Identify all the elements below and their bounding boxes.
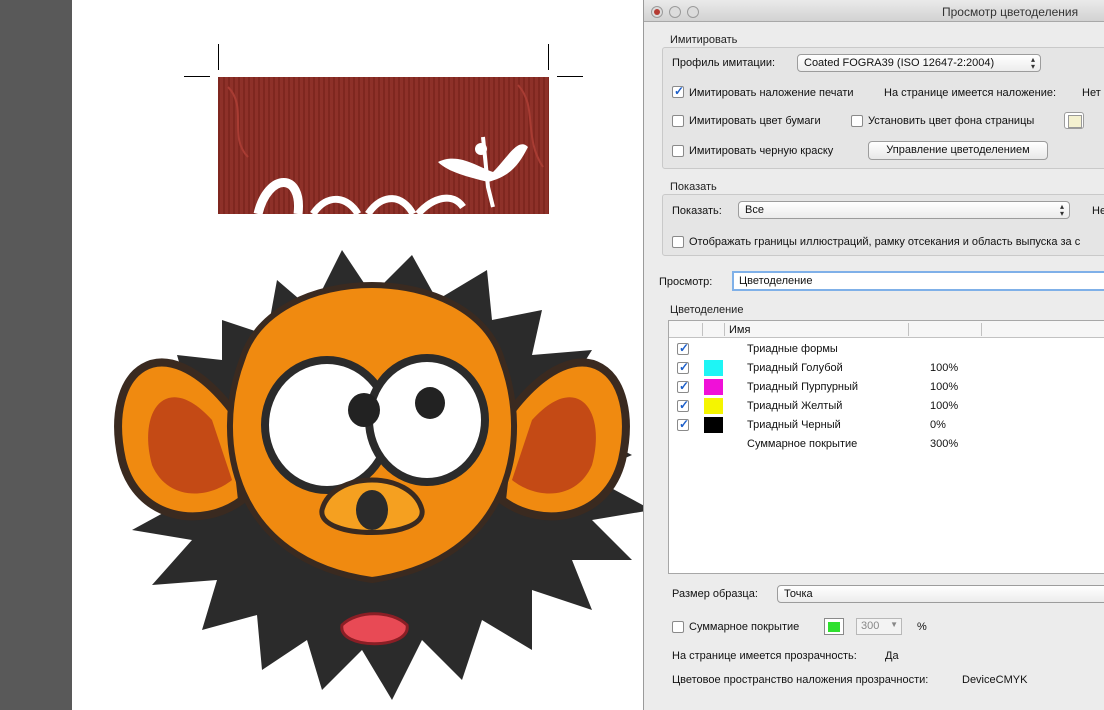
sample-size-select[interactable]: Точка <box>777 585 1104 603</box>
show-group-title: Показать <box>670 181 717 193</box>
separation-visible-checkbox[interactable] <box>677 341 689 355</box>
separation-visible-checkbox[interactable] <box>677 398 689 412</box>
dropdown-arrow-icon: ▼ <box>890 620 898 629</box>
separation-name: Триадный Черный <box>747 419 841 431</box>
pasteboard <box>0 0 72 710</box>
close-window-button[interactable] <box>651 6 663 18</box>
separation-row[interactable]: Суммарное покрытие 300% <box>669 435 1104 454</box>
simulation-profile-select[interactable]: Coated FOGRA39 (ISO 12647-2:2004) ▴ ▾ <box>797 54 1041 72</box>
separation-percent: 300% <box>930 438 959 450</box>
separation-visible-checkbox[interactable] <box>677 417 689 431</box>
separation-color-swatch <box>704 360 723 376</box>
separation-name: Триадный Голубой <box>747 362 843 374</box>
show-art-trim-bleed-checkbox[interactable] <box>672 236 684 248</box>
separation-row[interactable]: Триадные формы <box>669 340 1104 359</box>
show-select[interactable]: Все ▴ ▾ <box>738 201 1070 219</box>
simulate-black-ink-checkbox[interactable] <box>672 145 684 157</box>
separations-table-header: Имя <box>669 321 1104 338</box>
separation-color-swatch <box>704 417 723 433</box>
simulate-group-title: Имитировать <box>670 34 738 46</box>
preview-label: Просмотр: <box>659 276 713 288</box>
separations-group-title: Цветоделение <box>670 304 744 316</box>
show-right-cut-label: Не <box>1092 205 1104 217</box>
separation-name: Триадные формы <box>747 343 838 355</box>
separation-name: Суммарное покрытие <box>747 438 858 450</box>
sample-size-label: Размер образца: <box>672 588 758 600</box>
label-banner-image <box>218 77 549 214</box>
total-coverage-color-swatch[interactable] <box>824 618 844 635</box>
document-page <box>72 0 644 710</box>
zoom-window-button[interactable] <box>687 6 699 18</box>
page-has-transparency-label: На странице имеется прозрачность: <box>672 650 857 662</box>
preview-select[interactable]: Цветоделение <box>732 271 1104 291</box>
ink-manager-button[interactable]: Управление цветоделением <box>868 141 1048 160</box>
page-background-color-checkbox[interactable] <box>851 115 863 127</box>
separation-row[interactable]: Триадный Черный 0% <box>669 416 1104 435</box>
separation-row[interactable]: Триадный Желтый 100% <box>669 397 1104 416</box>
separation-percent: 100% <box>930 381 959 393</box>
crop-mark <box>184 76 210 77</box>
separation-color-swatch <box>704 398 723 414</box>
crop-mark <box>548 44 549 70</box>
select-arrows-icon: ▴ ▾ <box>1030 55 1035 71</box>
simulate-overprint-checkbox[interactable] <box>672 84 684 98</box>
total-coverage-unit: % <box>917 621 927 633</box>
page-has-overprint-value: Нет <box>1082 87 1101 99</box>
simulate-paper-color-label: Имитировать цвет бумаги <box>689 115 821 127</box>
column-name-header[interactable]: Имя <box>729 324 750 336</box>
transparency-blend-space-label: Цветовое пространство наложения прозрачн… <box>672 674 929 686</box>
total-coverage-label: Суммарное покрытие <box>689 621 800 633</box>
simulation-profile-label: Профиль имитации: <box>672 57 776 69</box>
simulate-overprint-label: Имитировать наложение печати <box>689 87 854 99</box>
separation-row[interactable]: Триадный Голубой 100% <box>669 359 1104 378</box>
total-coverage-input[interactable]: 300 ▼ <box>856 618 902 635</box>
separation-preview-dialog: Просмотр цветоделения Имитировать Профил… <box>643 0 1104 710</box>
page-background-color-label: Установить цвет фона страницы <box>868 115 1035 127</box>
window-title: Просмотр цветоделения <box>942 5 1079 19</box>
show-art-trim-bleed-label: Отображать границы иллюстраций, рамку от… <box>689 236 1081 248</box>
monster-illustration <box>114 250 644 700</box>
separation-visible-checkbox[interactable] <box>677 379 689 393</box>
separation-percent: 100% <box>930 362 959 374</box>
select-arrows-icon: ▴ ▾ <box>1059 202 1064 218</box>
transparency-blend-space-value: DeviceCMYK <box>962 674 1028 686</box>
minimize-window-button[interactable] <box>669 6 681 18</box>
separation-name: Триадный Пурпурный <box>747 381 859 393</box>
separation-row[interactable]: Триадный Пурпурный 100% <box>669 378 1104 397</box>
separation-percent: 100% <box>930 400 959 412</box>
separation-percent: 0% <box>930 419 946 431</box>
total-coverage-checkbox[interactable] <box>672 621 684 633</box>
separation-visible-checkbox[interactable] <box>677 360 689 374</box>
separation-name: Триадный Желтый <box>747 400 843 412</box>
crop-mark <box>557 76 583 77</box>
page-background-color-swatch[interactable] <box>1064 112 1084 129</box>
title-bar: Просмотр цветоделения <box>644 0 1104 22</box>
simulate-paper-color-checkbox[interactable] <box>672 115 684 127</box>
separations-table: Имя Триадные формыТриадный Голубой100%Тр… <box>668 320 1104 574</box>
show-label: Показать: <box>672 205 722 217</box>
crop-mark <box>218 44 219 70</box>
page-has-transparency-value: Да <box>885 650 899 662</box>
page-has-overprint-label: На странице имеется наложение: <box>884 87 1057 99</box>
separation-color-swatch <box>704 379 723 395</box>
simulate-black-ink-label: Имитировать черную краску <box>689 145 834 157</box>
